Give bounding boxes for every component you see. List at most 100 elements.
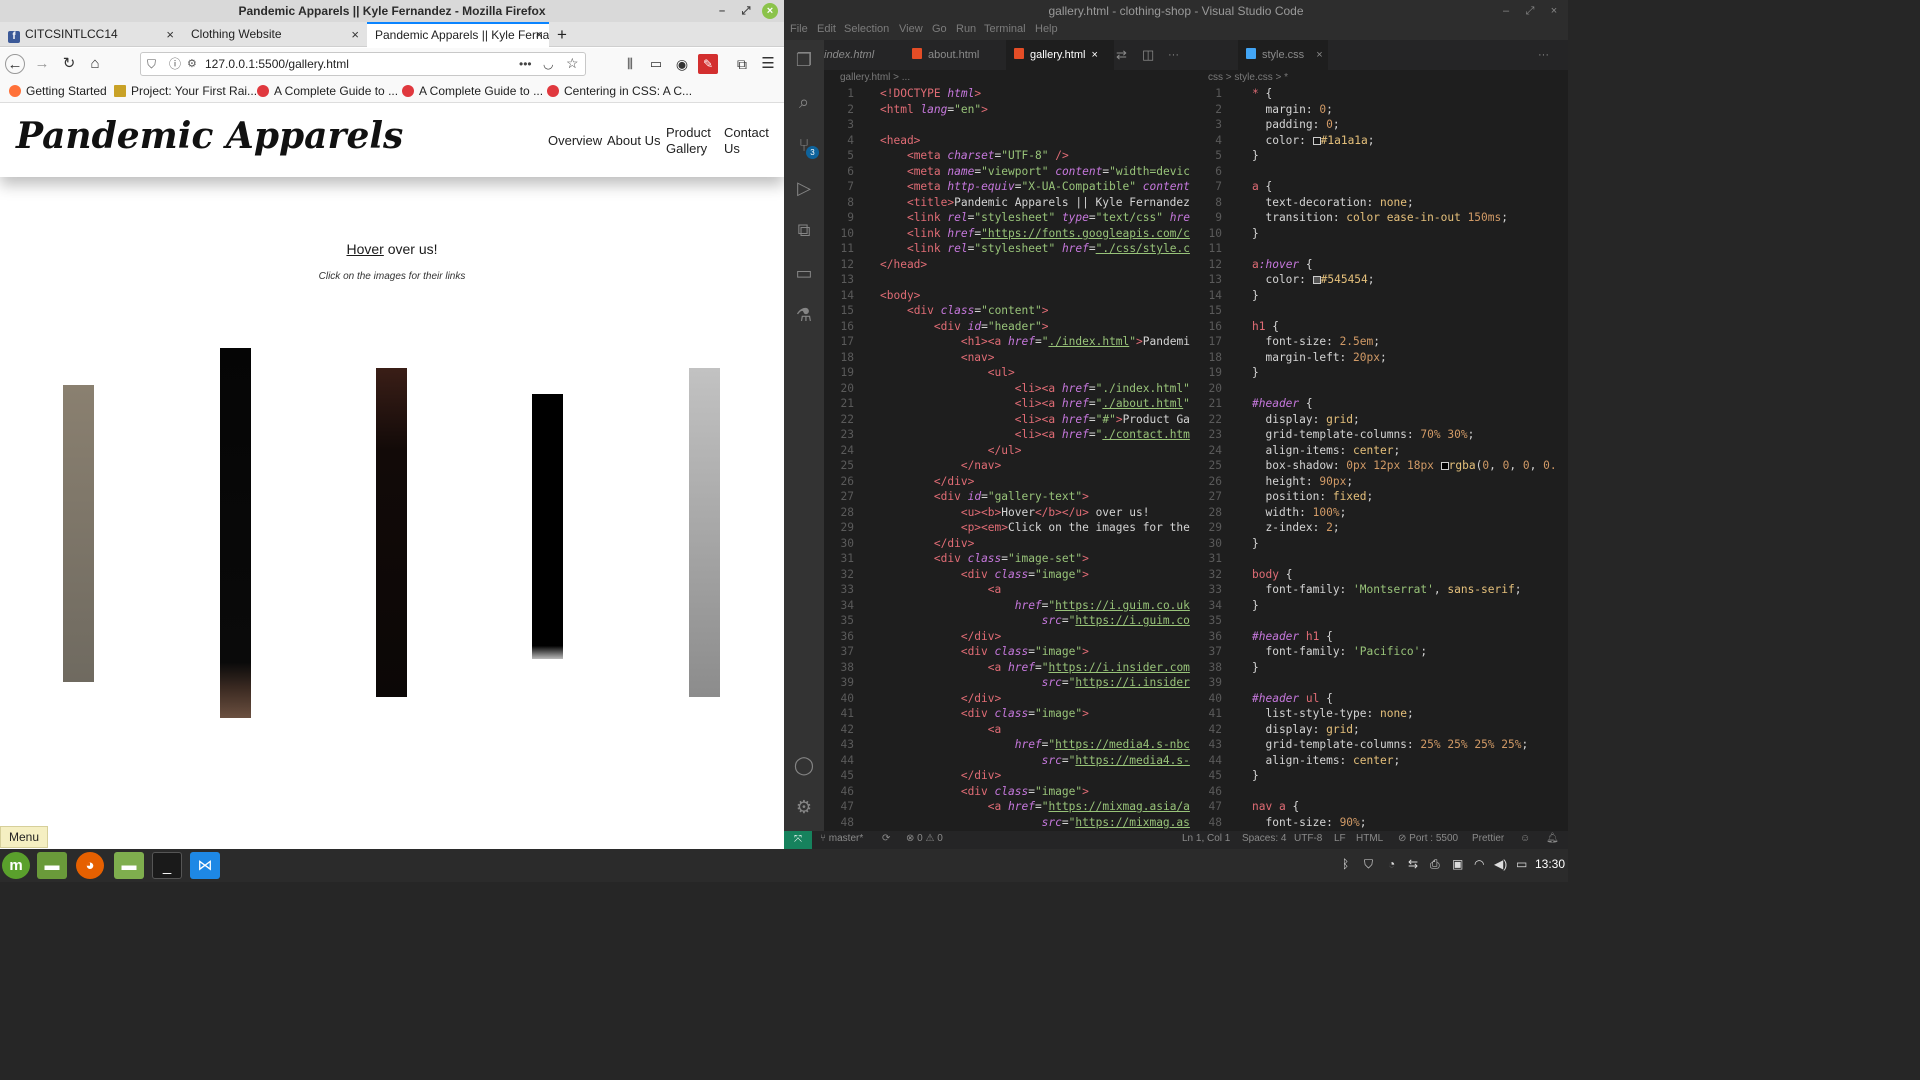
editor-tab-index[interactable]: index.html (824, 40, 902, 70)
tab-clothing-website[interactable]: Clothing Website × (183, 22, 365, 47)
printer-icon[interactable]: ⎙ (1430, 857, 1440, 872)
network-manager-icon[interactable]: ⇆ (1408, 857, 1418, 871)
mint-menu-icon[interactable]: m (2, 852, 30, 879)
extensions-icon[interactable]: ⧉ (792, 218, 816, 242)
encoding[interactable]: UTF-8 (1294, 833, 1322, 844)
breadcrumb-right[interactable]: css > style.css > * (1208, 72, 1288, 83)
bookmark-item[interactable]: Getting Started (9, 83, 107, 99)
battery-icon[interactable]: ▭ (1516, 857, 1527, 871)
menu-terminal[interactable]: Terminal (984, 23, 1026, 35)
settings-gear-icon[interactable]: ⚙ (792, 795, 816, 819)
tab-citcsintlcc14[interactable]: f CITCSINTLCC14 × (0, 22, 180, 47)
show-desktop-icon[interactable]: ▬ (37, 852, 67, 879)
minimize-icon[interactable]: – (1498, 3, 1514, 19)
gallery-html-editor[interactable]: <!DOCTYPE html> <html lang="en"> <head> … (880, 86, 1196, 830)
menu-help[interactable]: Help (1035, 23, 1058, 35)
testing-icon[interactable]: ⚗ (792, 303, 816, 327)
more-actions-icon[interactable]: ··· (1538, 40, 1549, 70)
firefox-taskbar-icon[interactable]: ◕ (76, 852, 104, 879)
bluetooth-icon[interactable]: ᛒ (1342, 857, 1349, 871)
language-mode[interactable]: HTML (1356, 833, 1383, 844)
nav-product-gallery[interactable]: Product Gallery (666, 125, 718, 157)
compare-icon[interactable]: ⇄ (1116, 40, 1127, 70)
bookmark-item[interactable]: A Complete Guide to ... (402, 83, 543, 99)
close-icon[interactable]: × (762, 3, 778, 19)
prettier-status[interactable]: Prettier (1472, 833, 1504, 844)
gallery-image-5[interactable] (689, 368, 720, 697)
breadcrumb-left[interactable]: gallery.html > ... (840, 72, 910, 83)
menu-edit[interactable]: Edit (817, 23, 836, 35)
extensions-puzzle-icon[interactable]: ⧉ (732, 54, 752, 74)
branch-indicator[interactable]: ⑂ master* (820, 833, 863, 844)
pocket-icon[interactable]: ◡ (543, 53, 553, 75)
nav-overview[interactable]: Overview (548, 133, 602, 149)
terminal-taskbar-icon[interactable]: _ (152, 852, 182, 879)
files-taskbar-icon[interactable]: ▬ (114, 852, 144, 879)
nav-contact-us[interactable]: Contact Us (724, 125, 774, 157)
page-actions-icon[interactable]: ••• (519, 53, 532, 75)
more-actions-icon[interactable]: ··· (1168, 40, 1179, 70)
minimize-icon[interactable]: – (714, 3, 730, 19)
close-tab-icon[interactable]: × (166, 22, 174, 47)
split-editor-icon[interactable]: ◫ (1142, 40, 1154, 70)
bookmark-item[interactable]: A Complete Guide to ... (257, 83, 398, 99)
sync-icon[interactable]: ⟳ (882, 833, 890, 844)
maximize-icon[interactable]: ⤢ (738, 3, 754, 19)
clipboard-icon[interactable]: ▣ (1452, 857, 1463, 871)
gallery-image-2[interactable] (220, 348, 251, 718)
menu-run[interactable]: Run (956, 23, 976, 35)
maximize-icon[interactable]: ⤢ (1522, 3, 1538, 19)
remote-icon[interactable]: ⤧ (784, 831, 812, 849)
bookmark-item[interactable]: Project: Your First Rai... (114, 83, 257, 99)
hamburger-menu-icon[interactable]: ☰ (758, 54, 778, 74)
live-server-port[interactable]: ⊘ Port : 5500 (1398, 833, 1458, 844)
site-logo[interactable]: Pandemic Apparels (16, 115, 403, 157)
permissions-icon[interactable]: ⚙ (187, 53, 197, 75)
notifications-bell-icon[interactable]: 🔔︎ (1546, 833, 1559, 844)
bookmark-star-icon[interactable]: ☆ (566, 52, 579, 74)
back-icon[interactable]: ← (5, 54, 25, 74)
menu-button[interactable]: Menu (0, 826, 48, 848)
run-debug-icon[interactable]: ▷ (792, 176, 816, 200)
url-bar[interactable]: ⛉ ⓘ ⚙ 127.0.0.1:5500/gallery.html ••• ◡ … (140, 52, 586, 76)
problems-indicator[interactable]: ⊗ 0 ⚠ 0 (906, 833, 943, 844)
nav-about-us[interactable]: About Us (607, 133, 660, 149)
remote-explorer-icon[interactable]: ▭ (792, 261, 816, 285)
shield-icon[interactable]: ⛉ (1364, 857, 1373, 872)
volume-icon[interactable]: ◀) (1494, 857, 1507, 871)
accounts-icon[interactable]: ◯ (792, 753, 816, 777)
gallery-image-4[interactable] (532, 394, 563, 659)
close-tab-icon[interactable]: × (535, 24, 543, 46)
menu-selection[interactable]: Selection (844, 23, 889, 35)
url-text[interactable]: 127.0.0.1:5500/gallery.html (205, 53, 349, 75)
close-tab-icon[interactable]: × (1316, 49, 1322, 61)
new-tab-button[interactable]: + (553, 22, 577, 47)
indentation[interactable]: Spaces: 4 (1242, 833, 1286, 844)
menu-file[interactable]: File (790, 23, 808, 35)
style-css-editor[interactable]: * { margin: 0; padding: 0; color: #1a1a1… (1252, 86, 1568, 830)
account-icon[interactable]: ◉ (672, 54, 692, 74)
feedback-icon[interactable]: ☺ (1520, 833, 1530, 844)
search-icon[interactable]: ⌕ (792, 90, 816, 114)
update-icon[interactable]: ◔ (1388, 857, 1395, 871)
editor-tab-about[interactable]: about.html (904, 40, 1004, 70)
gallery-image-3[interactable] (376, 368, 407, 697)
forward-icon[interactable]: → (32, 54, 52, 74)
close-tab-icon[interactable]: × (1091, 49, 1097, 61)
menu-view[interactable]: View (899, 23, 923, 35)
gallery-image-1[interactable] (63, 385, 94, 682)
close-icon[interactable]: × (1546, 3, 1562, 19)
cursor-position[interactable]: Ln 1, Col 1 (1182, 833, 1230, 844)
shield-icon[interactable]: ⛉ (147, 53, 156, 75)
explorer-icon[interactable]: ❐ (792, 48, 816, 72)
tab-pandemic-apparels[interactable]: Pandemic Apparels || Kyle Ferna × (367, 22, 549, 47)
editor-tab-gallery[interactable]: gallery.html × (1006, 40, 1114, 70)
close-tab-icon[interactable]: × (351, 22, 359, 47)
reload-icon[interactable]: ↻ (59, 54, 79, 74)
sidebar-icon[interactable]: ▭ (646, 54, 666, 74)
extension-icon[interactable]: ✎ (698, 54, 718, 74)
library-icon[interactable]: ⫼ (620, 54, 640, 74)
line-ending[interactable]: LF (1334, 833, 1346, 844)
wifi-icon[interactable]: ◠ (1474, 857, 1484, 871)
info-icon[interactable]: ⓘ (169, 53, 181, 75)
